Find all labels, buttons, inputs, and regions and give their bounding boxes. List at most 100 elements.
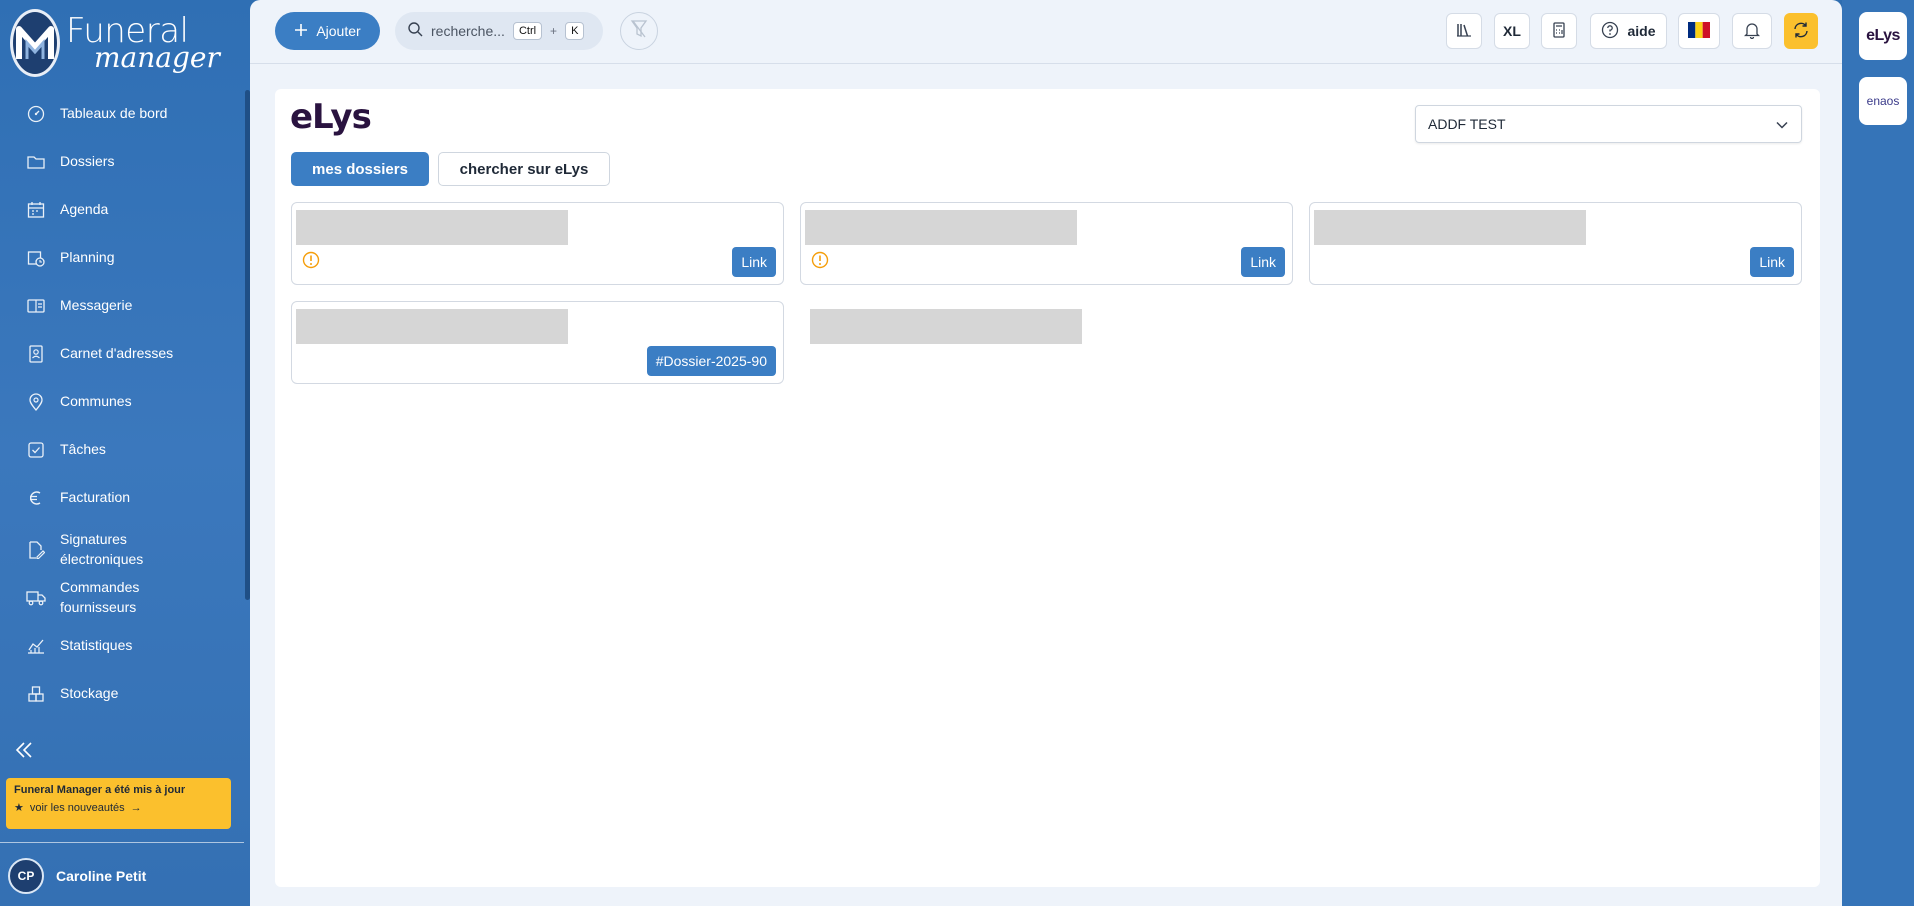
add-button[interactable]: Ajouter	[275, 12, 380, 50]
warning-icon	[811, 251, 829, 269]
address-book-icon	[26, 344, 46, 364]
filter-button[interactable]	[620, 12, 658, 50]
redacted-block	[805, 210, 1077, 245]
link-button[interactable]: Link	[1750, 247, 1794, 277]
planning-icon	[26, 248, 46, 268]
logo-line2: manager	[94, 41, 220, 74]
shortcut-plus: +	[550, 24, 558, 38]
elys-brand: eLys	[290, 97, 372, 137]
app-logo[interactable]: Funeral manager	[10, 8, 220, 78]
sidebar-item-messagerie[interactable]: Messagerie	[0, 286, 242, 326]
xl-button[interactable]: XL	[1494, 13, 1530, 49]
help-button-label: aide	[1627, 23, 1656, 39]
sidebar-item-agenda[interactable]: Agenda	[0, 190, 242, 230]
books-icon	[1456, 22, 1472, 41]
refresh-icon	[1792, 21, 1810, 42]
bell-icon	[1743, 21, 1761, 42]
logo-text: Funeral manager	[66, 14, 220, 72]
sidebar-divider	[0, 842, 244, 843]
dossier-card[interactable]: Link	[800, 202, 1293, 285]
update-banner-link[interactable]: ★ voir les nouveautés →	[14, 801, 223, 815]
sidebar-item-facturation[interactable]: Facturation	[0, 478, 242, 518]
sidebar-item-tableaux-de-bord[interactable]: Tableaux de bord	[0, 94, 242, 134]
dashboard-icon	[26, 104, 46, 124]
location-pin-icon	[26, 392, 46, 412]
update-banner[interactable]: Funeral Manager a été mis à jour ★ voir …	[6, 778, 231, 829]
language-button[interactable]	[1678, 13, 1720, 49]
filter-icon	[630, 19, 648, 44]
sidebar-item-communes[interactable]: Communes	[0, 382, 242, 422]
add-button-label: Ajouter	[316, 23, 361, 39]
sidebar-item-label: Tableaux de bord	[60, 105, 168, 122]
dossier-card[interactable]: Link	[291, 202, 784, 285]
dossier-card[interactable]: #Dossier-2025-90	[291, 301, 784, 384]
organization-select[interactable]: ADDF TEST	[1415, 105, 1802, 143]
star-icon: ★	[14, 802, 24, 814]
sidebar-item-label: Facturation	[60, 489, 131, 506]
folder-icon	[26, 152, 46, 172]
truck-icon	[26, 588, 46, 608]
sidebar-item-taches[interactable]: Tâches	[0, 430, 242, 470]
elys-app-label: eLys	[1866, 27, 1900, 44]
topbar: Ajouter recherche... Ctrl + K XL aide	[250, 0, 1842, 64]
link-button[interactable]: Link	[732, 247, 776, 277]
sidebar-item-dossiers[interactable]: Dossiers	[0, 142, 242, 182]
flag-icon	[1688, 21, 1710, 41]
search-placeholder: recherche...	[431, 23, 505, 39]
app-switcher-rail: eLys enaos	[1842, 0, 1914, 906]
dossier-link-button[interactable]: #Dossier-2025-90	[646, 346, 776, 376]
chevron-down-icon	[1775, 118, 1789, 135]
search-icon	[407, 21, 423, 42]
avatar: CP	[8, 858, 44, 894]
euro-icon	[26, 488, 46, 508]
arrow-right-icon: →	[130, 801, 142, 814]
sidebar-item-statistiques[interactable]: Statistiques	[0, 626, 242, 666]
mail-icon	[26, 296, 46, 316]
shortcut-key-ctrl: Ctrl	[512, 22, 543, 40]
sidebar-item-planning[interactable]: Planning	[0, 238, 242, 278]
sidebar-item-label: Stockage	[60, 685, 119, 702]
sidebar-item-commandes[interactable]: Commandes fournisseurs	[0, 574, 242, 622]
sidebar-item-label: Communes	[60, 393, 132, 410]
collapse-sidebar-icon[interactable]	[14, 741, 36, 761]
redacted-block	[296, 210, 568, 245]
calculator-button[interactable]	[1541, 13, 1577, 49]
help-button[interactable]: aide	[1590, 13, 1667, 49]
help-icon	[1601, 21, 1619, 42]
redacted-block	[296, 309, 568, 344]
elys-panel: eLys ADDF TEST mes dossiers chercher sur…	[275, 89, 1820, 887]
redacted-block	[1314, 210, 1586, 245]
logo-mark-icon	[10, 9, 60, 77]
update-banner-link-label: voir les nouveautés	[29, 801, 125, 814]
search-input[interactable]: recherche... Ctrl + K	[395, 12, 603, 50]
calculator-icon	[1553, 21, 1565, 41]
main-area: Ajouter recherche... Ctrl + K XL aide eL…	[250, 0, 1842, 906]
organization-select-value: ADDF TEST	[1428, 116, 1506, 132]
sidebar-item-label: Planning	[60, 249, 115, 266]
app-switch-enaos[interactable]: enaos	[1859, 77, 1907, 125]
sidebar: Funeral manager Tableaux de bord Dossier…	[0, 0, 250, 906]
user-name: Caroline Petit	[56, 868, 147, 884]
dossier-card[interactable]: Link	[1309, 202, 1802, 285]
user-menu[interactable]: CP Caroline Petit	[8, 858, 146, 894]
enaos-app-label: enaos	[1866, 94, 1900, 108]
sidebar-item-stockage[interactable]: Stockage	[0, 674, 242, 714]
sidebar-item-label: Signatures électroniques	[60, 531, 144, 567]
xl-button-label: XL	[1503, 23, 1521, 39]
sidebar-item-label: Commandes fournisseurs	[60, 579, 140, 615]
warning-icon	[302, 251, 320, 269]
link-button[interactable]: Link	[1241, 247, 1285, 277]
tab-mes-dossiers[interactable]: mes dossiers	[291, 152, 429, 186]
library-button[interactable]	[1446, 13, 1482, 49]
app-switch-elys[interactable]: eLys	[1859, 12, 1907, 60]
sync-button[interactable]	[1784, 13, 1818, 49]
sidebar-item-carnet-adresses[interactable]: Carnet d'adresses	[0, 334, 242, 374]
signature-icon	[26, 540, 46, 560]
notifications-button[interactable]	[1732, 13, 1772, 49]
sidebar-item-label: Statistiques	[60, 637, 133, 654]
sidebar-nav: Tableaux de bord Dossiers Agenda Plannin…	[0, 92, 242, 742]
sidebar-item-signatures[interactable]: Signatures électroniques	[0, 526, 242, 574]
tab-chercher-sur-elys[interactable]: chercher sur eLys	[438, 152, 610, 186]
shortcut-key-k: K	[565, 22, 585, 40]
sidebar-item-label: Carnet d'adresses	[60, 345, 174, 362]
